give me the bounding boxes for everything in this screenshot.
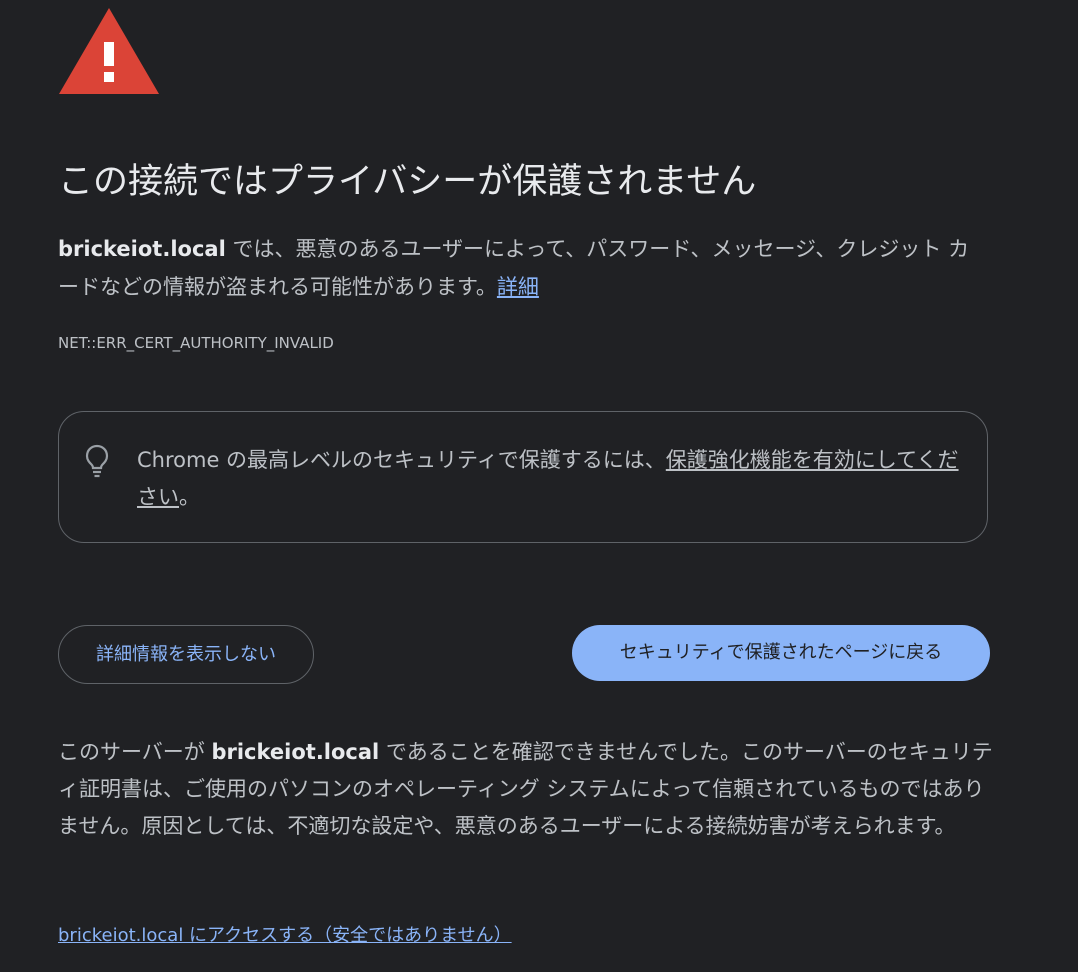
enhanced-protection-card: Chrome の最高レベルのセキュリティで保護するには、保護強化機能を有効にして… [58, 411, 988, 543]
enhanced-protection-message: Chrome の最高レベルのセキュリティで保護するには、 [137, 448, 666, 472]
error-description: brickeiot.local では、悪意のあるユーザーによって、パスワード、メ… [58, 230, 988, 306]
enhanced-protection-suffix: 。 [179, 485, 200, 509]
proceed-container: brickeiot.local にアクセスする（安全ではありません） [58, 922, 512, 950]
enhanced-protection-text: Chrome の最高レベルのセキュリティで保護するには、保護強化機能を有効にして… [137, 442, 967, 516]
details-host-name: brickeiot.local [211, 740, 380, 764]
learn-more-link[interactable]: 詳細 [497, 275, 539, 299]
hide-details-button[interactable]: 詳細情報を表示しない [58, 625, 314, 684]
details-explanation: このサーバーが brickeiot.local であることを確認できませんでした… [58, 734, 993, 845]
interstitial-page: この接続ではプライバシーが保護されません brickeiot.local では、… [0, 0, 1078, 972]
warning-triangle-icon [59, 8, 159, 94]
host-name: brickeiot.local [58, 237, 226, 261]
proceed-unsafe-link[interactable]: brickeiot.local にアクセスする（安全ではありません） [58, 925, 512, 946]
back-to-safety-button[interactable]: セキュリティで保護されたページに戻る [572, 625, 990, 681]
page-title: この接続ではプライバシーが保護されません [58, 162, 757, 202]
error-code: NET::ERR_CERT_AUTHORITY_INVALID [58, 334, 334, 352]
details-prefix: このサーバーが [58, 740, 212, 764]
lightbulb-icon [85, 444, 109, 478]
